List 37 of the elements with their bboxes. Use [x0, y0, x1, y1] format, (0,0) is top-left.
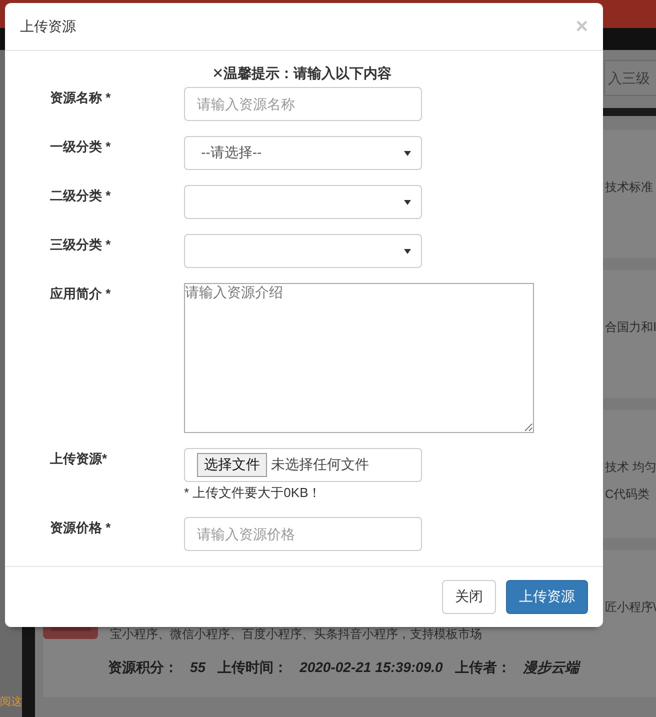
- meta-label: 上传者：: [454, 659, 511, 677]
- meta-value: 55: [190, 659, 206, 677]
- field-label: 应用简介 *: [50, 285, 112, 304]
- text-field[interactable]: 请输入资源名称: [184, 87, 422, 122]
- choose-file-button[interactable]: 选择文件: [197, 453, 267, 478]
- caret-icon: [404, 248, 411, 254]
- select-field[interactable]: --请选择--: [184, 136, 422, 170]
- field-label: 资源价格 *: [50, 519, 112, 538]
- file-field[interactable]: 选择文件 未选择任何文件: [184, 448, 422, 482]
- field-label: 一级分类 *: [50, 138, 112, 156]
- dialog-title: 上传资源: [20, 18, 76, 36]
- search-field[interactable]: 入三级: [604, 60, 656, 96]
- card-text: 合国力和Ⅰ: [604, 319, 656, 336]
- close-dialog-button[interactable]: 关闭: [442, 580, 496, 614]
- upload-button[interactable]: 上传资源: [506, 580, 588, 614]
- card-text: 宝小程序、微信小程序、百度小程序、头条抖音小程序，支持模板市场: [109, 626, 483, 643]
- card-text: 技术 均匀: [604, 459, 656, 476]
- meta-label: 资源积分：: [108, 659, 178, 677]
- select-field[interactable]: [184, 185, 422, 220]
- field-label: 二级分类 *: [50, 187, 112, 206]
- card-text: 匠小程序\: [604, 599, 656, 616]
- field-label: 上传资源*: [50, 450, 108, 468]
- field-label: 三级分类 *: [50, 236, 112, 254]
- textarea-field[interactable]: 请输入资源介绍: [184, 283, 534, 434]
- card-text: 技术标准: [604, 179, 653, 196]
- text-field[interactable]: 请输入资源价格: [184, 517, 422, 552]
- select-field[interactable]: [184, 234, 422, 268]
- meta-value: 漫步云端: [522, 659, 579, 677]
- caret-icon: [404, 200, 411, 205]
- meta-label: 上传时间：: [218, 659, 288, 677]
- card-text: C代码类: [604, 486, 651, 503]
- upload-note: * 上传文件要大于0KB！: [184, 484, 322, 502]
- meta-value: 2020-02-21 15:39:09.0: [300, 659, 443, 677]
- hint-text: ✕温馨提示：请输入以下内容: [212, 65, 393, 84]
- file-status: 未选择任何文件: [271, 456, 369, 474]
- field-label: 资源名称 *: [50, 89, 112, 108]
- caret-icon: [404, 150, 411, 156]
